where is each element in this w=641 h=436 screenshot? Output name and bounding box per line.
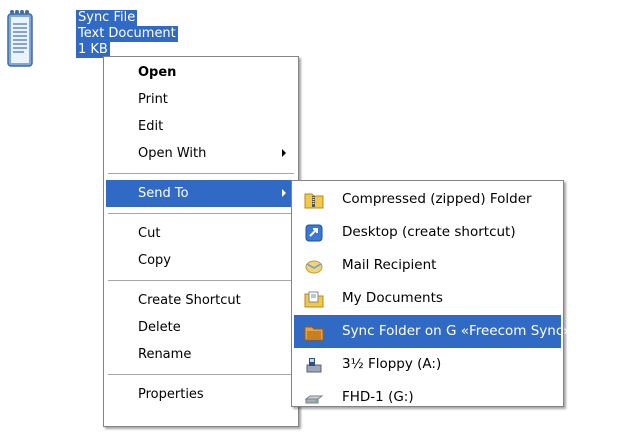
menu-item-label: Print: [138, 92, 168, 107]
file-label[interactable]: Sync File Text Document 1 KB: [76, 10, 178, 58]
menu-item-create-shortcut[interactable]: Create Shortcut: [106, 287, 296, 314]
menu-separator: [108, 173, 294, 174]
menu-item-properties[interactable]: Properties: [106, 381, 296, 408]
send-to-item-label: FHD-1 (G:): [342, 389, 414, 405]
mail-icon: [304, 256, 324, 276]
send-to-item-desktop[interactable]: Desktop (create shortcut): [294, 216, 561, 249]
send-to-item-floppy[interactable]: 3½ Floppy (A:): [294, 348, 561, 381]
menu-item-open[interactable]: Open: [106, 59, 296, 86]
menu-item-send-to[interactable]: Send To: [106, 180, 296, 207]
menu-item-label: Delete: [138, 320, 181, 335]
menu-item-rename[interactable]: Rename: [106, 341, 296, 368]
menu-item-label: Open: [138, 65, 177, 80]
menu-item-label: Edit: [138, 119, 164, 134]
menu-item-cut[interactable]: Cut: [106, 220, 296, 247]
menu-separator: [108, 213, 294, 214]
sync-folder-icon: [304, 322, 324, 342]
send-to-submenu: Compressed (zipped) Folder Desktop (crea…: [291, 180, 572, 407]
file-type: Text Document: [76, 26, 178, 42]
menu-item-label: Copy: [138, 253, 171, 268]
zip-folder-icon: [304, 190, 324, 210]
menu-item-label: Create Shortcut: [138, 293, 241, 308]
menu-item-delete[interactable]: Delete: [106, 314, 296, 341]
menu-item-edit[interactable]: Edit: [106, 113, 296, 140]
send-to-item-my-documents[interactable]: My Documents: [294, 282, 561, 315]
menu-item-print[interactable]: Print: [106, 86, 296, 113]
menu-item-copy[interactable]: Copy: [106, 247, 296, 274]
send-to-item-label: Compressed (zipped) Folder: [342, 191, 532, 207]
send-to-item-label: Sync Folder on G «Freecom Sync»: [342, 323, 572, 339]
menu-item-label: Cut: [138, 226, 161, 241]
menu-item-label: Properties: [138, 387, 204, 402]
floppy-icon: [304, 355, 324, 375]
send-to-item-sync-folder[interactable]: Sync Folder on G «Freecom Sync»: [294, 315, 572, 348]
file-name: Sync File: [76, 10, 138, 26]
menu-separator: [108, 280, 294, 281]
menu-item-label: Send To: [138, 186, 189, 201]
drive-icon: [304, 388, 324, 408]
context-menu: Open Print Edit Open With Send To Cut Co…: [103, 56, 299, 427]
send-to-item-mail[interactable]: Mail Recipient: [294, 249, 561, 282]
send-to-item-label: My Documents: [342, 290, 443, 306]
send-to-item-label: Mail Recipient: [342, 257, 437, 273]
text-document-icon[interactable]: [6, 6, 36, 68]
send-to-item-label: 3½ Floppy (A:): [342, 356, 442, 372]
submenu-arrow-icon: [282, 149, 286, 157]
send-to-item-zip[interactable]: Compressed (zipped) Folder: [294, 183, 561, 216]
desktop-shortcut-icon: [304, 223, 324, 243]
send-to-item-fhd[interactable]: FHD-1 (G:): [294, 381, 561, 414]
submenu-arrow-icon: [282, 189, 286, 197]
menu-item-open-with[interactable]: Open With: [106, 140, 296, 167]
menu-item-label: Open With: [138, 146, 207, 161]
menu-item-label: Rename: [138, 347, 192, 362]
menu-separator: [108, 374, 294, 375]
my-documents-icon: [304, 289, 324, 309]
send-to-item-label: Desktop (create shortcut): [342, 224, 516, 240]
